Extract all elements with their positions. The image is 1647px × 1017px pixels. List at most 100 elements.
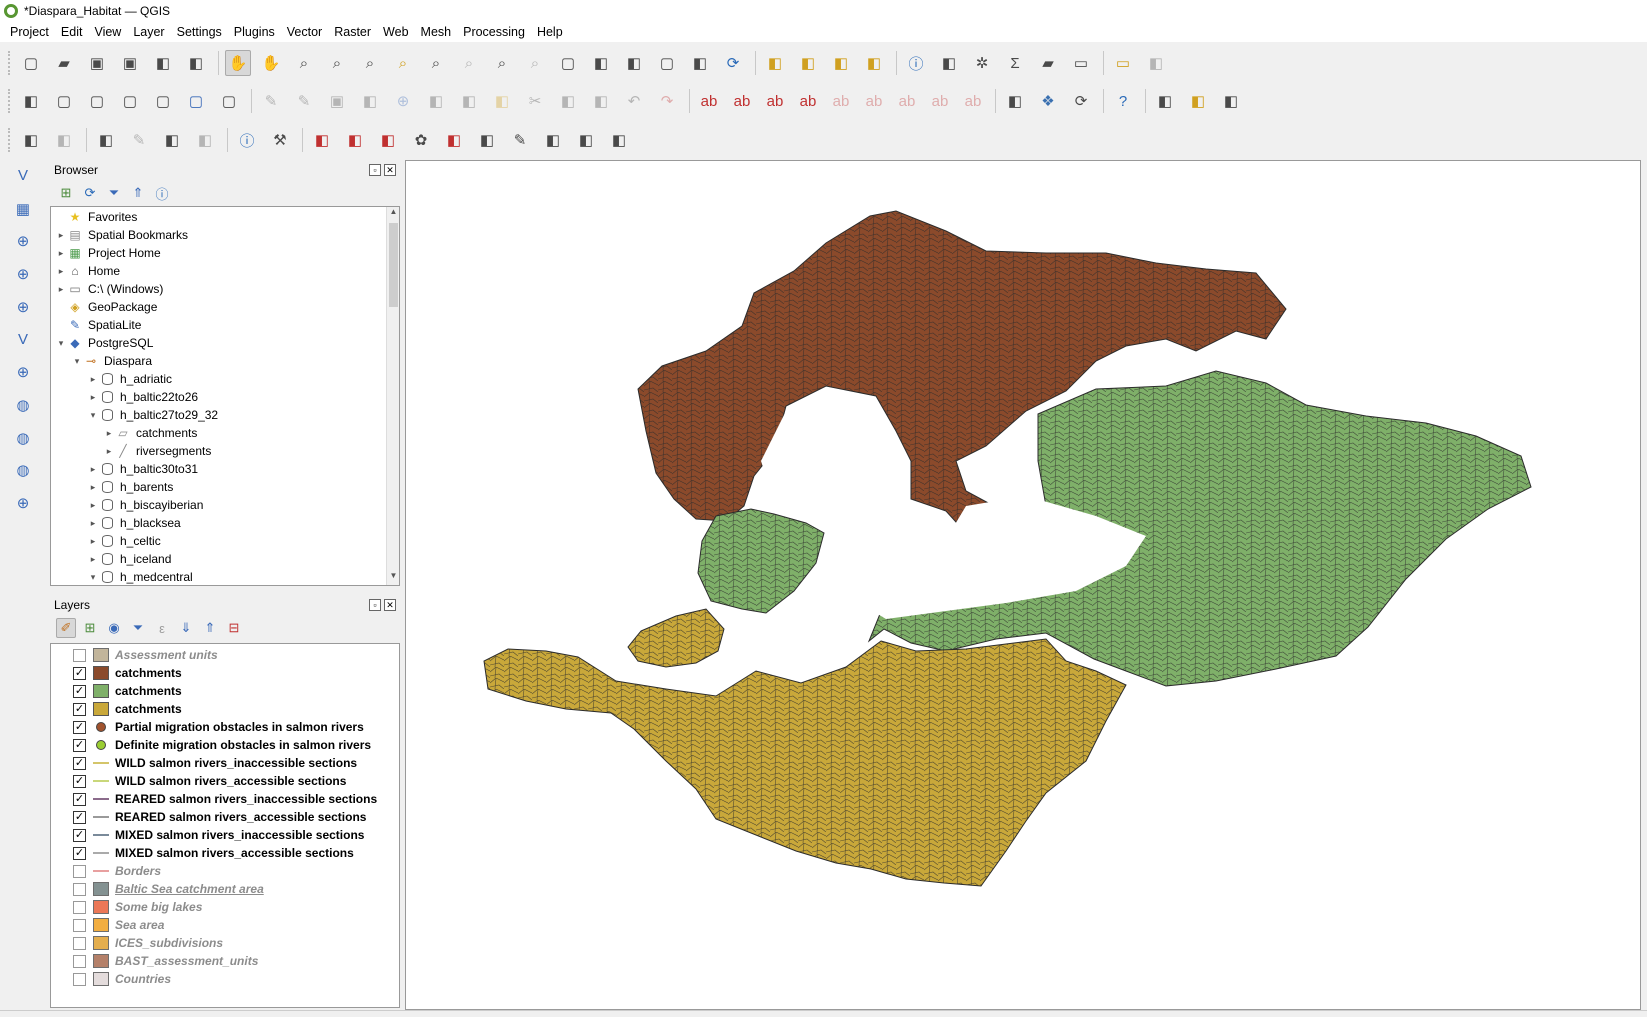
new-virtual-layer-icon[interactable]: ▢ [150, 88, 176, 114]
layer-item[interactable]: ✓ catchments [51, 682, 399, 700]
select-features-icon[interactable]: ◧ [762, 50, 788, 76]
browser-item[interactable]: ▸ h_baltic30to31 [51, 460, 399, 478]
layer-item[interactable]: Some big lakes [51, 898, 399, 916]
refresh-icon[interactable]: ⟳ [720, 50, 746, 76]
cut-icon[interactable]: ✂ [522, 88, 548, 114]
browser-item[interactable]: ▸ ▱ catchments [51, 424, 399, 442]
browser-item[interactable]: ▾ ◆ PostgreSQL [51, 334, 399, 352]
expand-arrow-icon[interactable]: ▾ [87, 410, 99, 421]
zoom-to-selection-icon[interactable]: ⌕ [390, 50, 416, 76]
heatmap-icon[interactable]: ◧ [441, 127, 467, 153]
menu-settings[interactable]: Settings [171, 25, 228, 39]
new-geopackage-layer-icon[interactable]: ▢ [51, 88, 77, 114]
browser-item[interactable]: ▸ ▭ C:\ (Windows) [51, 280, 399, 298]
browser-item[interactable]: ▸ ⌂ Home [51, 262, 399, 280]
save-edits-icon[interactable]: ▣ [324, 88, 350, 114]
zoom-next-icon[interactable]: ⌕ [522, 50, 548, 76]
layer-item[interactable]: ✓ Partial migration obstacles in salmon r… [51, 718, 399, 736]
menu-vector[interactable]: Vector [281, 25, 328, 39]
collapse-all-icon[interactable]: ⇑ [200, 618, 220, 638]
layer-item[interactable]: BAST_assessment_units [51, 952, 399, 970]
layer-item[interactable]: ✓ WILD salmon rivers_inaccessible section… [51, 754, 399, 772]
expand-arrow-icon[interactable]: ▸ [87, 536, 99, 547]
undo-icon[interactable]: ↶ [621, 88, 647, 114]
layer-visibility-checkbox[interactable] [73, 882, 86, 896]
layer-visibility-checkbox[interactable] [73, 954, 86, 968]
python-icon[interactable]: ❖ [1035, 88, 1061, 114]
layer-visibility-checkbox[interactable]: ✓ [73, 756, 86, 770]
modify-attributes-icon[interactable]: ◧ [456, 88, 482, 114]
menu-help[interactable]: Help [531, 25, 569, 39]
label-abc-icon[interactable]: ab [696, 88, 722, 114]
expand-arrow-icon[interactable]: ▾ [55, 338, 67, 349]
layer-visibility-checkbox[interactable] [73, 900, 86, 914]
wrench-icon[interactable]: ⚒ [267, 127, 293, 153]
paste-icon[interactable]: ◧ [588, 88, 614, 114]
browser-item[interactable]: ✎ SpatiaLite [51, 316, 399, 334]
menu-edit[interactable]: Edit [55, 25, 89, 39]
layer-visibility-checkbox[interactable]: ✓ [73, 738, 86, 752]
new-bookmark-icon[interactable]: ▢ [555, 50, 581, 76]
float-panel-icon[interactable]: ▫ [369, 164, 381, 176]
close-panel-icon[interactable]: ✕ [384, 599, 396, 611]
expand-arrow-icon[interactable]: ▸ [87, 482, 99, 493]
deselect-icon[interactable]: ◧ [828, 50, 854, 76]
filter-icon[interactable]: ⏷ [104, 183, 124, 203]
filter-expression-icon[interactable]: ε [152, 618, 172, 638]
save-as-icon[interactable]: ▣ [117, 50, 143, 76]
add-vector-layer-icon[interactable]: V [10, 163, 36, 189]
float-panel-icon[interactable]: ▫ [369, 599, 381, 611]
layer-item[interactable]: ✓ REARED salmon rivers_accessible section… [51, 808, 399, 826]
expand-arrow-icon[interactable]: ▸ [87, 518, 99, 529]
layer-visibility-checkbox[interactable]: ✓ [73, 810, 86, 824]
layer-visibility-checkbox[interactable]: ✓ [73, 828, 86, 842]
layer-styling-icon[interactable]: ✐ [56, 618, 76, 638]
add-mesh-layer-icon[interactable]: ⊕ [10, 228, 36, 254]
toolbar-grip[interactable] [8, 51, 12, 75]
open-table-icon[interactable]: ▰ [1035, 50, 1061, 76]
label-show-icon[interactable]: ab [927, 88, 953, 114]
layer-item[interactable]: Borders [51, 862, 399, 880]
scatter-red-icon[interactable]: ◧ [375, 127, 401, 153]
new-shapefile-layer-icon[interactable]: ▢ [84, 88, 110, 114]
nnjoin-icon[interactable]: ◧ [1185, 88, 1211, 114]
zoom-out-icon[interactable]: ⌕ [324, 50, 350, 76]
expand-arrow-icon[interactable]: ▸ [103, 446, 115, 457]
layer-item[interactable]: ICES_subdivisions [51, 934, 399, 952]
edit-symbol-icon[interactable]: ✎ [507, 127, 533, 153]
open-project-icon[interactable]: ▰ [51, 50, 77, 76]
browser-item[interactable]: ▸ ▤ Spatial Bookmarks [51, 226, 399, 244]
layer-visibility-checkbox[interactable] [73, 918, 86, 932]
expand-arrow-icon[interactable]: ▸ [87, 374, 99, 385]
grid-icon[interactable]: ◧ [93, 127, 119, 153]
filter-legend-icon[interactable]: ⏷ [128, 618, 148, 638]
shape-digitize-icon[interactable]: ◧ [159, 127, 185, 153]
add-selected-layers-icon[interactable]: ⊞ [56, 183, 76, 203]
layer-item[interactable]: Countries [51, 970, 399, 988]
expand-arrow-icon[interactable]: ▸ [55, 266, 67, 277]
pan-to-selection-icon[interactable]: ✋ [258, 50, 284, 76]
browser-item[interactable]: ▸ ╱ riversegments [51, 442, 399, 460]
measure-icon[interactable]: ▭ [1068, 50, 1094, 76]
layer-visibility-checkbox[interactable]: ✓ [73, 792, 86, 806]
add-postgis-icon[interactable]: ⊕ [10, 359, 36, 385]
toggle-editing-icon[interactable]: ✎ [291, 88, 317, 114]
expand-arrow-icon[interactable]: ▸ [55, 284, 67, 295]
pan-icon[interactable]: ✋ [225, 50, 251, 76]
redo-icon[interactable]: ↷ [654, 88, 680, 114]
visibility-icon[interactable]: ◉ [104, 618, 124, 638]
menu-processing[interactable]: Processing [457, 25, 531, 39]
layer-visibility-checkbox[interactable]: ✓ [73, 846, 86, 860]
zoom-in-icon[interactable]: ⌕ [291, 50, 317, 76]
select-by-value-icon[interactable]: ◧ [795, 50, 821, 76]
attribute-table-icon[interactable]: ◧ [936, 50, 962, 76]
settings-icon[interactable]: ✲ [969, 50, 995, 76]
browser-item[interactable]: ▾ h_medcentral [51, 568, 399, 585]
layer-visibility-checkbox[interactable] [73, 972, 86, 986]
browser-item[interactable]: ★ Favorites [51, 208, 399, 226]
expand-arrow-icon[interactable]: ▸ [87, 500, 99, 511]
new-temp-layer-icon[interactable]: ▢ [216, 88, 242, 114]
sync-icon[interactable]: ⟳ [1068, 88, 1094, 114]
layer-visibility-checkbox[interactable]: ✓ [73, 684, 86, 698]
browser-item[interactable]: ▸ h_iceland [51, 550, 399, 568]
